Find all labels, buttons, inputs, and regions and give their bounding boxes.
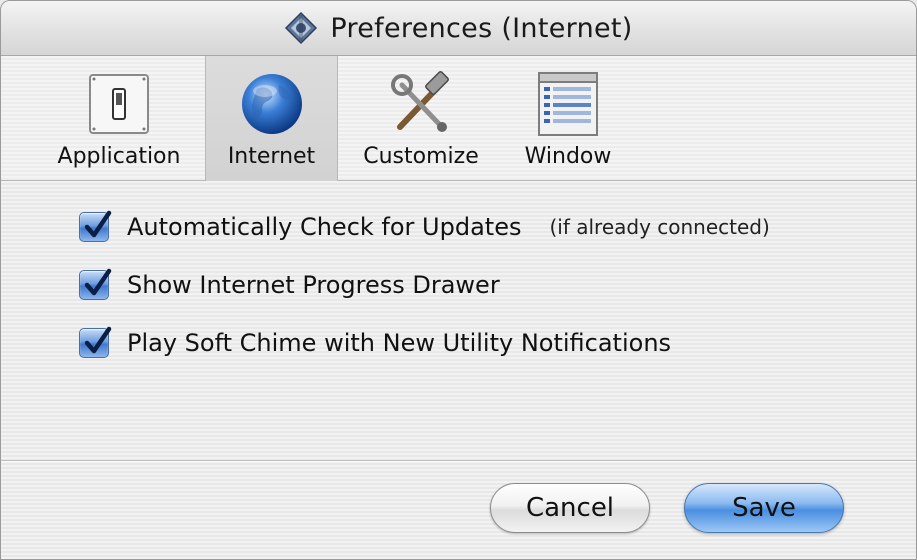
soft-chime-label: Play Soft Chime with New Utility Notific… [127,329,672,357]
window-list-icon [532,68,604,140]
progress-drawer-checkbox[interactable] [79,268,112,300]
button-divider [1,460,916,462]
preferences-toolbar: Application Internet Customize Window [1,56,916,181]
checkmark-icon [84,326,112,354]
switch-icon [83,68,155,140]
globe-icon [236,68,308,140]
option-progress-drawer[interactable]: Show Internet Progress Drawer [79,268,500,300]
title-bar[interactable]: Preferences (Internet) [1,1,916,56]
checkmark-icon [84,268,112,296]
check-updates-note: (if already connected) [549,215,770,239]
tab-internet[interactable]: Internet [205,56,338,181]
preferences-window: Preferences (Internet) Application Inter… [0,0,917,560]
preferences-app-icon [285,11,318,45]
window-title: Preferences (Internet) [330,12,633,44]
soft-chime-checkbox[interactable] [79,326,112,358]
option-soft-chime[interactable]: Play Soft Chime with New Utility Notific… [79,326,672,358]
tab-application-label: Application [57,144,181,169]
tools-icon [385,68,457,140]
check-updates-label: Automatically Check for Updates [127,213,522,241]
tab-customize[interactable]: Customize [351,56,491,181]
save-button[interactable]: Save [684,483,844,533]
tab-window[interactable]: Window [498,56,638,181]
option-check-updates[interactable]: Automatically Check for Updates (if alre… [79,210,770,242]
cancel-button[interactable]: Cancel [490,483,650,533]
tab-window-label: Window [524,144,612,169]
check-updates-checkbox[interactable] [79,210,112,242]
tab-customize-label: Customize [363,144,479,169]
title-group: Preferences (Internet) [284,11,632,45]
progress-drawer-label: Show Internet Progress Drawer [127,271,500,299]
tab-application[interactable]: Application [49,56,189,181]
internet-preferences-pane: Automatically Check for Updates (if alre… [1,182,916,462]
tab-internet-label: Internet [227,144,316,169]
checkmark-icon [84,210,112,238]
